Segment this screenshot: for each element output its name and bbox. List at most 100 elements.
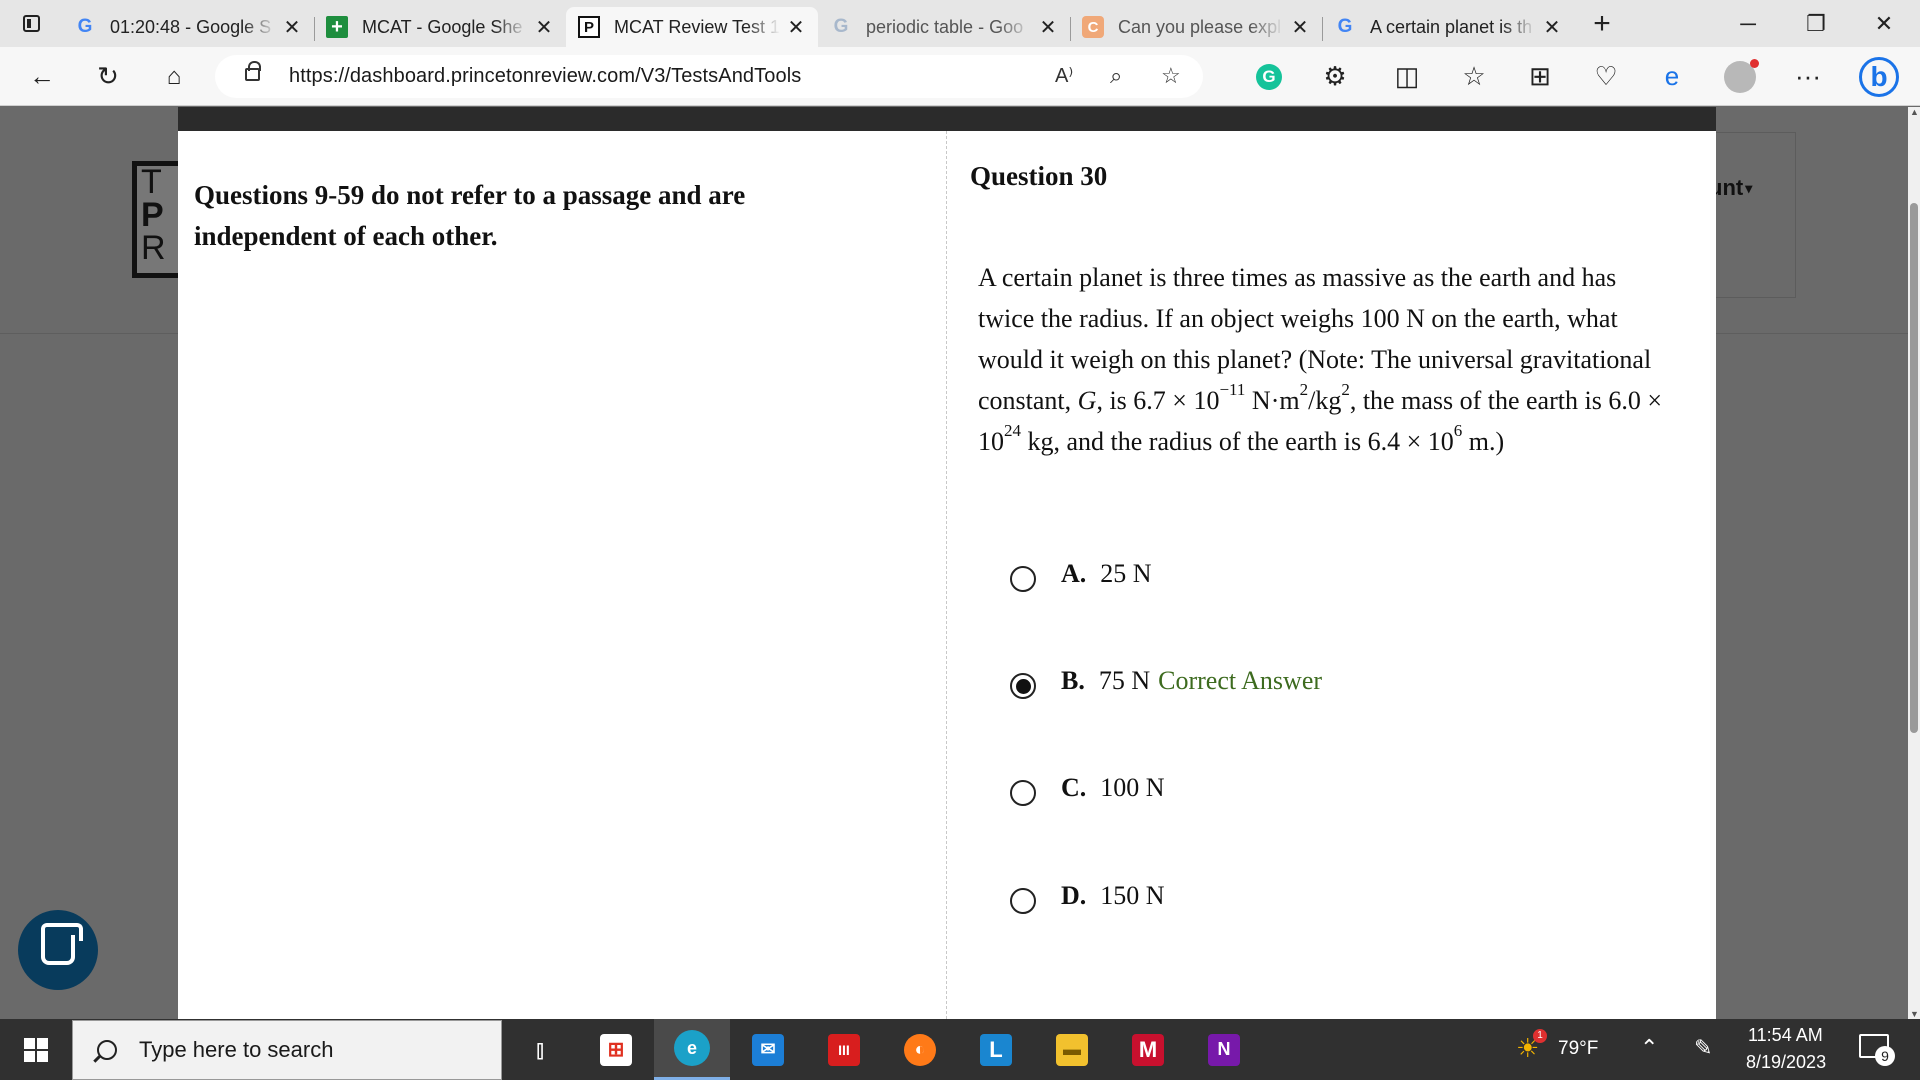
mcafee-button[interactable]: M — [1110, 1019, 1186, 1080]
profile-button[interactable] — [1718, 47, 1762, 106]
tab-actions-icon — [22, 15, 40, 32]
tab-mcat-sheets[interactable]: + MCAT - Google She ✕ — [314, 7, 566, 47]
question-stem: A certain planet is three times as massi… — [978, 257, 1678, 462]
task-view-button[interactable]: ⫾ — [502, 1019, 578, 1080]
search-icon — [97, 1040, 117, 1060]
collections-button[interactable]: ⊞ — [1518, 47, 1562, 106]
minimize-button[interactable]: ─ — [1714, 0, 1782, 47]
taskbar-search-box[interactable]: Type here to search — [72, 1020, 502, 1080]
tray-overflow-chevron-icon[interactable]: ⌃ — [1640, 1035, 1658, 1061]
bing-chat-button[interactable]: b — [1855, 47, 1903, 106]
url-text: https://dashboard.princetonreview.com/V3… — [289, 65, 802, 87]
more-icon: ··· — [1795, 61, 1821, 91]
answer-choice-b[interactable]: B. 75 N Correct Answer — [1010, 661, 1322, 701]
restore-button[interactable]: ❐ — [1782, 0, 1850, 47]
answer-choice-c[interactable]: C. 100 N — [1010, 768, 1165, 808]
edge-taskbar-button[interactable]: e — [654, 1019, 730, 1080]
princeton-review-logo: T P R — [132, 161, 184, 278]
edge-icon: e — [674, 1030, 710, 1066]
tab-periodic-table[interactable]: G periodic table - Goo ✕ — [818, 7, 1070, 47]
grammarly-button[interactable]: G — [1247, 47, 1291, 106]
clock-date[interactable]: 8/19/2023 — [1746, 1052, 1826, 1073]
sheets-icon: + — [326, 16, 348, 38]
clock-time[interactable]: 11:54 AM — [1748, 1025, 1823, 1046]
close-icon[interactable]: ✕ — [534, 15, 554, 40]
favorites-button[interactable]: ☆ — [1452, 47, 1496, 106]
close-icon[interactable]: ✕ — [1290, 15, 1310, 40]
tab-title: 01:20:48 - Google S — [110, 16, 272, 37]
tab-google-timer[interactable]: G 01:20:48 - Google S ✕ — [62, 7, 314, 47]
browser-essentials-button[interactable]: ♡ — [1584, 47, 1628, 106]
collections-icon: ⊞ — [1529, 61, 1551, 91]
princeton-review-icon: P — [578, 16, 600, 38]
heart-icon: ♡ — [1594, 61, 1618, 91]
onenote-icon: N — [1208, 1033, 1240, 1066]
question-panel: Questions 9-59 do not refer to a passage… — [178, 131, 1716, 1019]
zoom-icon[interactable]: ⌕ — [1110, 63, 1122, 89]
file-explorer-button[interactable]: ▬ — [1034, 1019, 1110, 1080]
close-window-button[interactable]: ✕ — [1850, 0, 1918, 47]
choice-text: 150 N — [1100, 881, 1165, 910]
task-view-icon: ⫾ — [535, 1033, 545, 1064]
tab-chegg[interactable]: C Can you please expl ✕ — [1070, 7, 1322, 47]
mail-button[interactable]: ✉ — [730, 1019, 806, 1080]
tab-title: Can you please expl — [1118, 16, 1282, 37]
chegg-icon: C — [1082, 16, 1104, 38]
read-aloud-icon[interactable]: A⁾ — [1055, 63, 1073, 88]
home-button[interactable]: ⌂ — [152, 47, 196, 106]
chat-support-button[interactable] — [18, 910, 98, 990]
pen-icon[interactable]: ✎ — [1694, 1035, 1712, 1061]
new-tab-button[interactable]: + — [1580, 4, 1624, 44]
radio-button[interactable] — [1010, 888, 1036, 914]
start-button[interactable] — [0, 1019, 72, 1080]
choice-text: 100 N — [1100, 773, 1165, 802]
tab-mcat-review[interactable]: P MCAT Review Test 1 ✕ — [566, 7, 818, 47]
exponent: 2 — [1341, 380, 1350, 400]
radio-button-selected[interactable] — [1010, 673, 1036, 699]
refresh-button[interactable]: ↻ — [86, 47, 130, 106]
onenote-button[interactable]: N — [1186, 1019, 1262, 1080]
favorite-star-icon[interactable]: ☆ — [1161, 63, 1181, 89]
favorites-list-icon: ☆ — [1462, 61, 1486, 91]
back-button[interactable]: ← — [20, 47, 64, 106]
scroll-up-icon[interactable]: ▲ — [1910, 107, 1919, 117]
windows-taskbar: Type here to search ⫾ ⊞ e ✉ III ◐ L ▬ M … — [0, 1019, 1920, 1080]
chat-icon — [41, 923, 83, 965]
exponent: 24 — [1004, 421, 1021, 441]
answer-choice-d[interactable]: D. 150 N — [1010, 876, 1165, 916]
tab-title: A certain planet is th — [1370, 16, 1533, 37]
windows-icon — [24, 1037, 48, 1062]
radio-button[interactable] — [1010, 566, 1036, 592]
close-icon[interactable]: ✕ — [1542, 15, 1562, 40]
split-screen-button[interactable]: ◫ — [1385, 47, 1429, 106]
passage-intro: Questions 9-59 do not refer to a passage… — [194, 180, 746, 251]
address-bar[interactable]: https://dashboard.princetonreview.com/V3… — [215, 55, 1203, 98]
weather-widget[interactable]: ☀ 1 79°F — [1508, 1019, 1608, 1080]
bing-icon: b — [1859, 56, 1899, 97]
close-icon[interactable]: ✕ — [282, 15, 302, 40]
firefox-button[interactable]: ◐ — [882, 1019, 958, 1080]
radio-button[interactable] — [1010, 780, 1036, 806]
grammarly-icon: G — [1256, 63, 1282, 90]
answer-choice-a[interactable]: A. 25 N — [1010, 554, 1152, 594]
exponent: −11 — [1219, 380, 1246, 400]
scroll-down-icon[interactable]: ▼ — [1910, 1009, 1919, 1019]
mcafee-app-button[interactable]: III — [806, 1019, 882, 1080]
notification-center-button[interactable]: 9 — [1859, 1034, 1895, 1066]
stem-text: N·m — [1245, 386, 1300, 415]
store-button[interactable]: ⊞ — [578, 1019, 654, 1080]
scrollbar-thumb[interactable] — [1910, 203, 1918, 733]
ie-mode-button[interactable]: e — [1650, 47, 1694, 106]
tab-actions-button[interactable] — [0, 0, 62, 47]
close-icon[interactable]: ✕ — [786, 15, 806, 40]
page-scrollbar[interactable]: ▲ ▼ — [1908, 107, 1920, 1019]
extensions-button[interactable]: ⚙ — [1313, 47, 1357, 106]
settings-more-button[interactable]: ··· — [1786, 47, 1830, 106]
lexia-button[interactable]: L — [958, 1019, 1034, 1080]
stem-text: m.) — [1462, 427, 1505, 456]
tab-google-planet[interactable]: G A certain planet is th ✕ — [1322, 7, 1574, 47]
close-icon[interactable]: ✕ — [1038, 15, 1058, 40]
mcafee-app-icon: III — [828, 1033, 860, 1066]
stem-text: /kg — [1308, 386, 1342, 415]
lexia-icon: L — [980, 1033, 1012, 1066]
